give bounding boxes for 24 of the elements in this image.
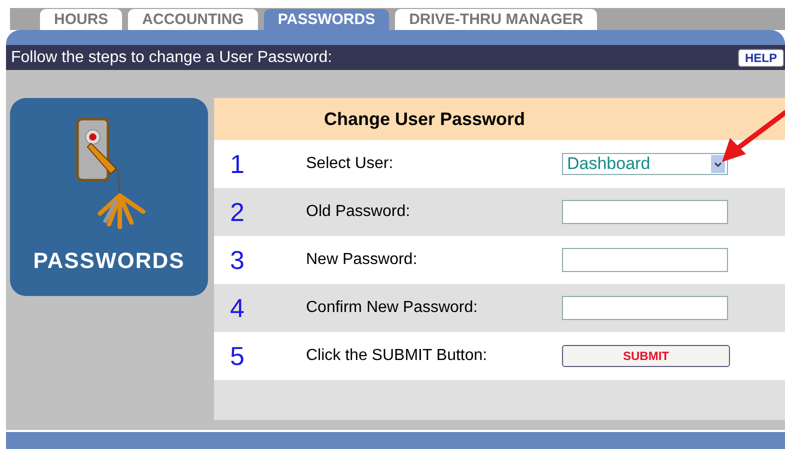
step-number: 1 [229,148,246,180]
chevron-icon [711,155,725,173]
password-field[interactable] [562,248,728,272]
form-header: Change User Password [214,98,785,140]
step-label: Select User: [306,155,394,173]
step-label: Click the SUBMIT Button: [306,347,488,365]
password-field[interactable] [562,296,728,320]
step-number: 4 [229,292,246,324]
nav-tab[interactable]: DRIVE-THRU MANAGER [395,9,598,30]
nav-tab[interactable]: PASSWORDS [264,9,390,30]
tile-label: PASSWORDS [33,248,185,274]
help-button[interactable]: HELP [738,48,784,66]
step-number: 3 [229,244,246,276]
step-number: 5 [229,340,246,372]
password-field[interactable] [562,200,728,224]
nav-tab[interactable]: HOURS [40,9,122,30]
step-number: 2 [229,196,246,228]
nav-tab[interactable]: ACCOUNTING [128,9,258,30]
step-label: Confirm New Password: [306,299,479,317]
submit-button[interactable]: SUBMIT [562,345,730,367]
step-label: Old Password: [306,203,412,221]
user-select[interactable]: Dashboard [562,153,728,175]
step-label: New Password: [306,251,418,269]
instruction-text: Follow the steps to change a User Password: [10,48,332,66]
